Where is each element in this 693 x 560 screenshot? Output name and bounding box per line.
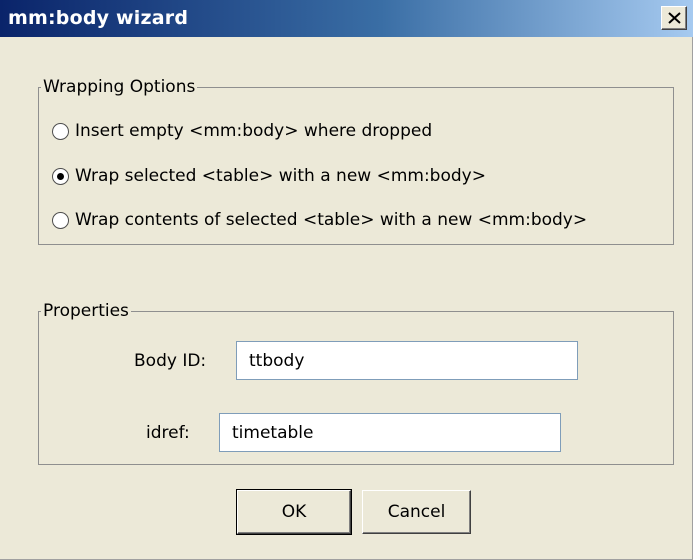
idref-input[interactable] <box>219 413 561 452</box>
cancel-button[interactable]: Cancel <box>362 490 471 534</box>
radio-wrap-selected-label[interactable]: Wrap selected <table> with a new <mm:bod… <box>75 165 486 187</box>
radio-insert-empty-button[interactable] <box>52 122 69 140</box>
idref-label: idref: <box>146 423 190 443</box>
properties-group: Properties Body ID: idref: <box>38 300 674 465</box>
ok-button[interactable]: OK <box>237 490 351 534</box>
radio-wrap-contents[interactable]: Wrap contents of selected <table> with a… <box>52 207 587 233</box>
radio-wrap-selected[interactable]: Wrap selected <table> with a new <mm:bod… <box>52 163 486 189</box>
title-bar[interactable]: mm:body wizard <box>0 0 693 37</box>
radio-insert-empty-label[interactable]: Insert empty <mm:body> where dropped <box>75 120 432 142</box>
wizard-dialog: mm:body wizard Wrapping Options Insert e… <box>0 0 693 560</box>
wrapping-options-group: Wrapping Options Insert empty <mm:body> … <box>38 76 674 245</box>
radio-wrap-selected-button[interactable] <box>52 167 69 185</box>
window-title: mm:body wizard <box>8 7 189 29</box>
radio-wrap-contents-button[interactable] <box>52 211 69 229</box>
close-icon <box>668 12 681 24</box>
body-id-input[interactable] <box>236 341 578 380</box>
radio-wrap-contents-label[interactable]: Wrap contents of selected <table> with a… <box>75 209 587 231</box>
close-button[interactable] <box>661 6 687 30</box>
radio-insert-empty[interactable]: Insert empty <mm:body> where dropped <box>52 118 432 144</box>
body-id-label: Body ID: <box>134 351 207 371</box>
properties-label: Properties <box>41 300 131 322</box>
wrapping-options-label: Wrapping Options <box>41 76 198 98</box>
